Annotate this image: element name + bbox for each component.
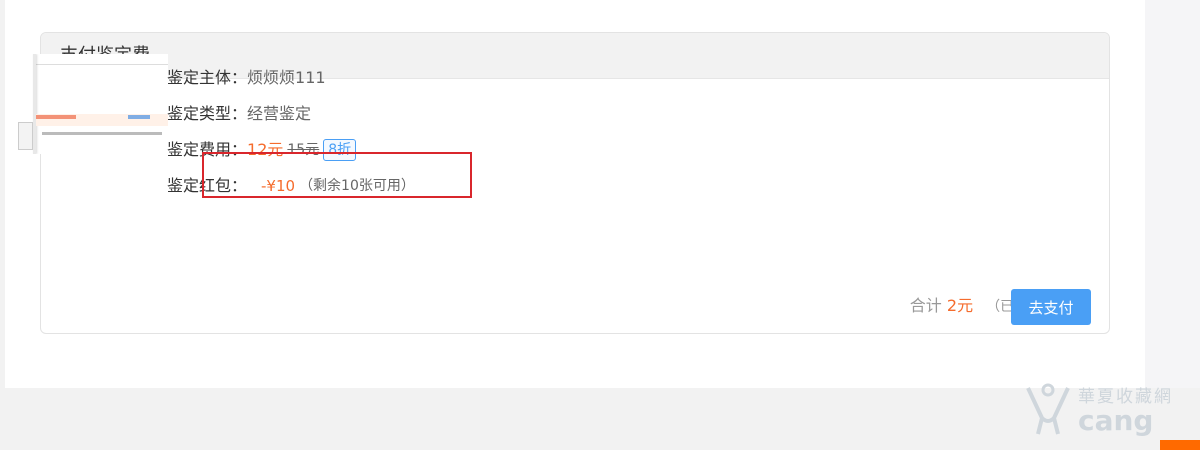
fee-label: 鉴定费用： xyxy=(167,140,248,159)
redpacket-note: （剩余10张可用） xyxy=(299,178,415,194)
total-label: 合计 xyxy=(909,296,942,315)
redpacket-value: -¥10 xyxy=(261,177,296,195)
watermark-text-en: cang xyxy=(1078,404,1154,437)
watermark-logo-icon xyxy=(1026,383,1070,435)
redpacket-row: 鉴定红包： -¥10 （剩余10张可用） xyxy=(167,168,415,204)
redpacket-label: 鉴定红包： xyxy=(167,176,248,195)
pay-button[interactable]: 去支付 xyxy=(1011,289,1091,325)
type-label: 鉴定类型： xyxy=(167,104,248,123)
total-amount: 2元 xyxy=(946,296,974,315)
item-thumbnail[interactable] xyxy=(18,54,168,154)
fee-price: 12元 xyxy=(247,140,284,159)
fee-row: 鉴定费用： 12元 15元 8折 xyxy=(167,132,415,168)
right-sidebar-strip xyxy=(1145,0,1200,388)
orange-corner-tab[interactable] xyxy=(1160,440,1200,450)
type-row: 鉴定类型： 经营鉴定 xyxy=(167,96,415,132)
subject-value: 烦烦烦111 xyxy=(247,68,326,87)
subject-label: 鉴定主体： xyxy=(167,68,248,87)
type-value: 经营鉴定 xyxy=(247,104,312,123)
discount-badge: 8折 xyxy=(323,139,357,161)
site-watermark: 華夏收藏網 cang xyxy=(1022,378,1198,438)
fee-original-price: 15元 xyxy=(287,142,320,158)
appraisal-info: 鉴定主体： 烦烦烦111 鉴定类型： 经营鉴定 鉴定费用： 12元 15元 8折… xyxy=(167,60,415,204)
subject-row: 鉴定主体： 烦烦烦111 xyxy=(167,60,415,96)
